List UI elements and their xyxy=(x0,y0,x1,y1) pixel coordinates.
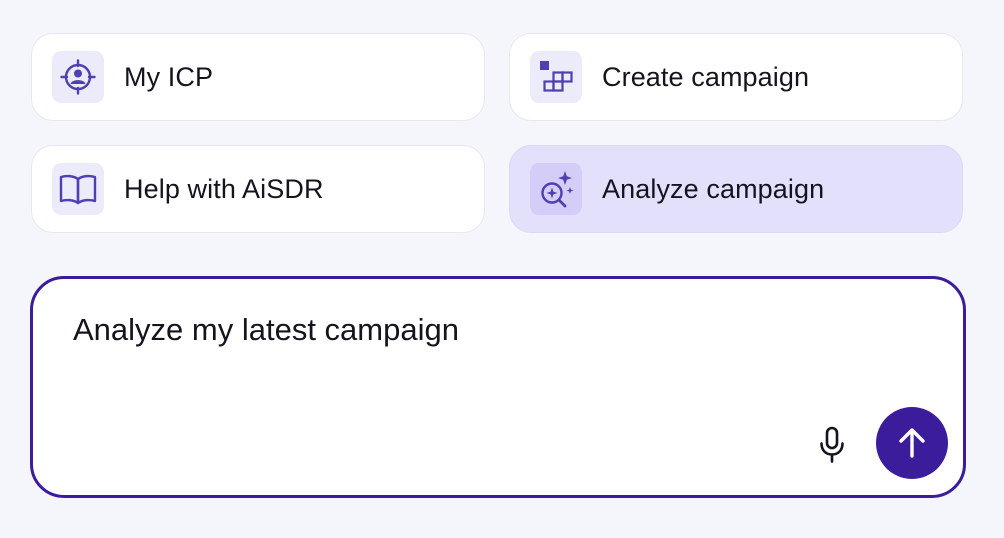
sparkle-search-icon xyxy=(530,163,582,215)
suggestion-create-campaign[interactable]: Create campaign xyxy=(509,33,963,121)
suggestion-my-icp[interactable]: My ICP xyxy=(31,33,485,121)
suggestion-label: Create campaign xyxy=(602,61,810,92)
arrow-up-icon xyxy=(899,428,925,458)
message-input[interactable] xyxy=(73,312,833,432)
microphone-icon xyxy=(820,426,844,463)
suggestion-label: Analyze campaign xyxy=(602,173,825,204)
blocks-icon xyxy=(530,51,582,103)
suggestion-label: Help with AiSDR xyxy=(124,173,324,204)
microphone-button[interactable] xyxy=(814,423,850,467)
message-composer xyxy=(30,276,966,498)
suggestion-help-with-aisdr[interactable]: Help with AiSDR xyxy=(31,145,485,233)
suggestion-analyze-campaign[interactable]: Analyze campaign xyxy=(509,145,963,233)
suggestion-label: My ICP xyxy=(124,61,214,92)
target-person-icon xyxy=(52,51,104,103)
send-button[interactable] xyxy=(876,407,948,479)
open-book-icon xyxy=(52,163,104,215)
